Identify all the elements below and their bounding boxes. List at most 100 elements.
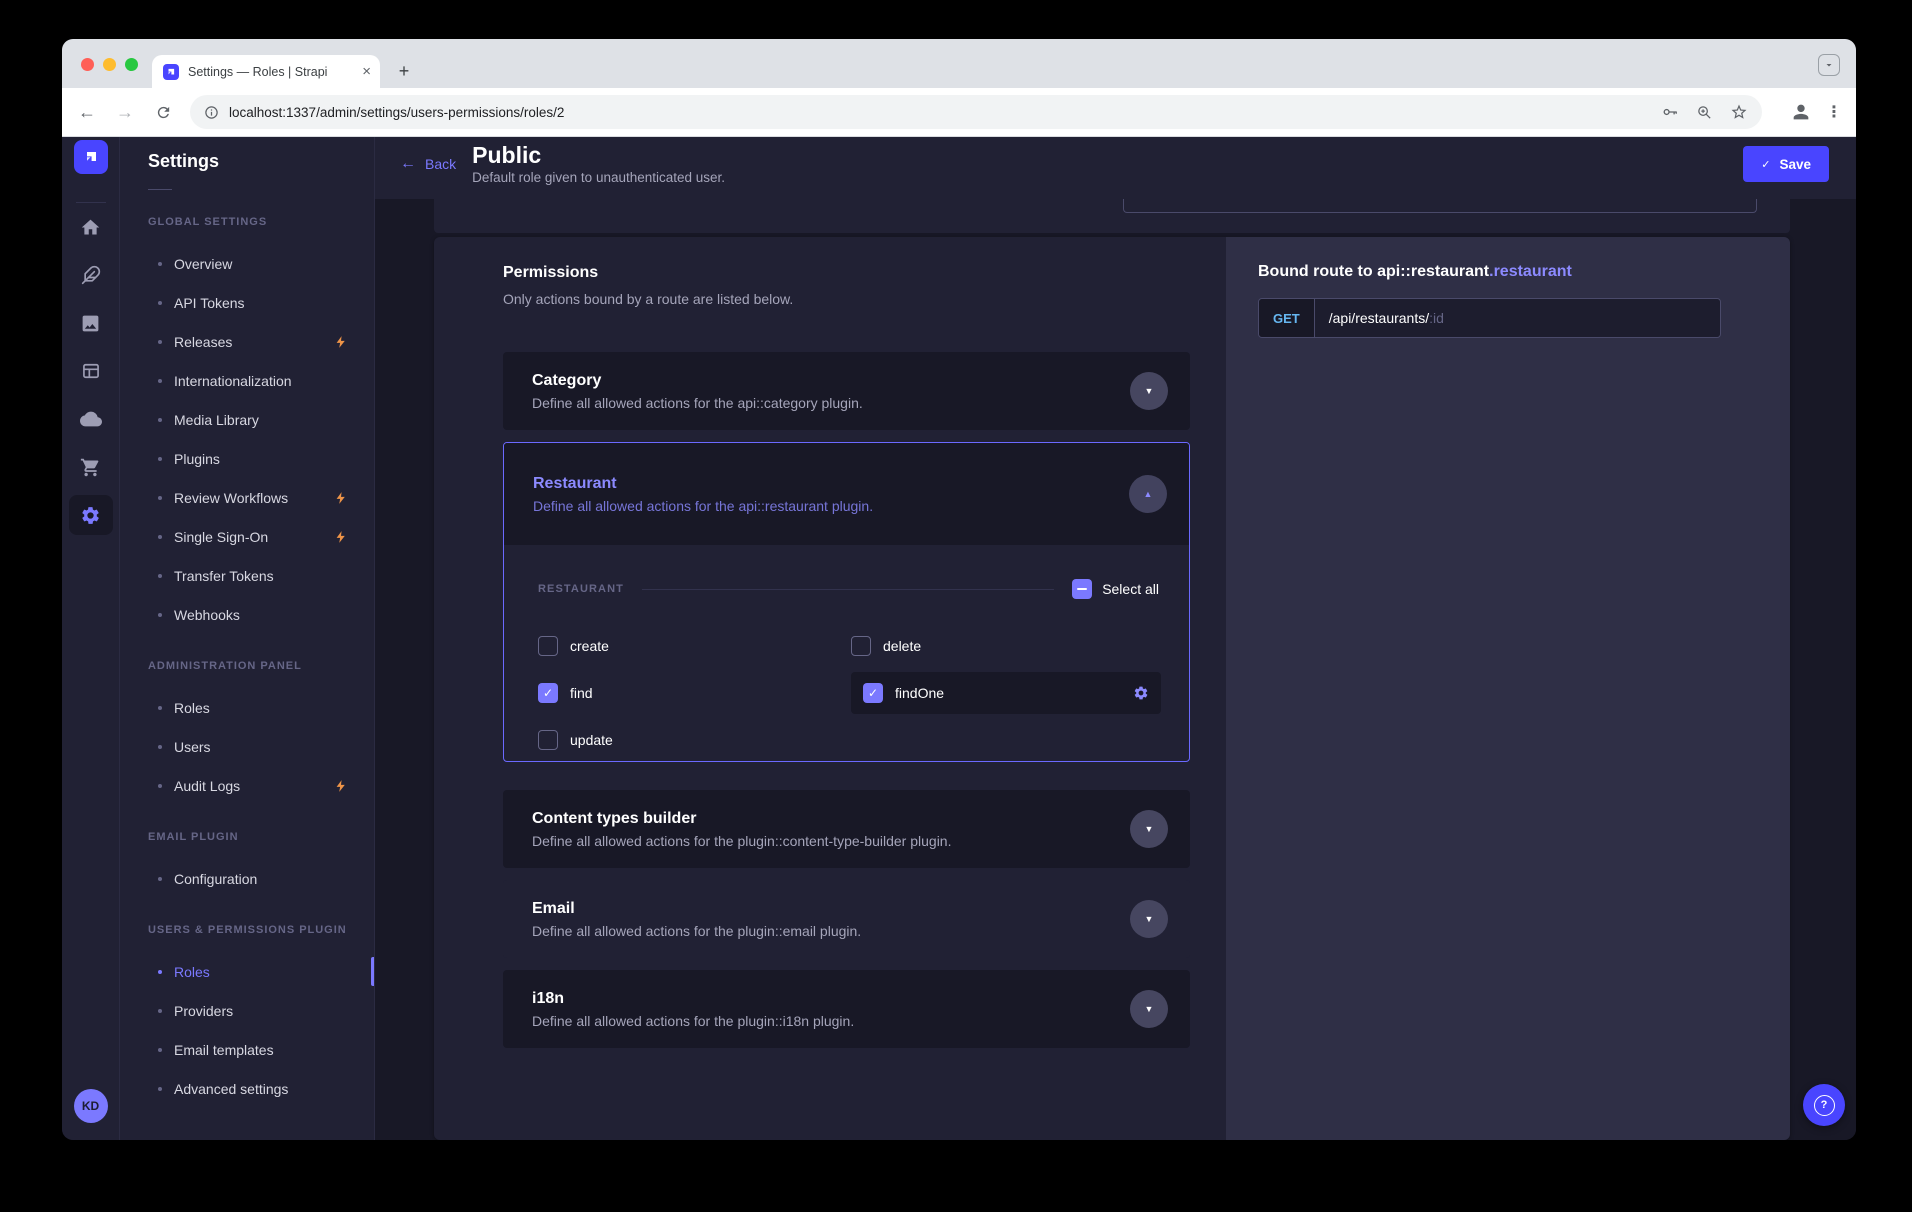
browser-toolbar: ← → localhost:1337/admin/settings/users-… [62,88,1856,137]
settings-gear-icon[interactable] [1133,685,1149,701]
main-nav-rail: KD [62,137,120,1140]
sidebar-item-audit-logs[interactable]: Audit Logs [120,766,374,805]
sidebar-item-webhooks[interactable]: Webhooks [120,595,374,634]
permission-findone[interactable]: ✓ findOne [851,672,1161,714]
sidebar-item-api-tokens[interactable]: API Tokens [120,283,374,322]
accordion-i18n[interactable]: i18n Define all allowed actions for the … [503,970,1190,1048]
lightning-icon [334,491,348,505]
restaurant-permissions-body: RESTAURANT Select all [504,545,1189,761]
bullet-icon [158,784,162,788]
expand-accordion-button[interactable]: ▼ [1130,990,1168,1028]
settings-gear-icon[interactable] [69,495,113,535]
checkbox-delete[interactable] [851,636,871,656]
strapi-logo[interactable] [74,140,108,174]
section-label: ADMINISTRATION PANEL [148,660,374,672]
accordion-restaurant-expanded: Restaurant Define all allowed actions fo… [503,442,1190,762]
content-manager-feather-icon[interactable] [69,255,113,295]
browser-tab-strip: Settings — Roles | Strapi × + [62,39,1856,88]
checkbox-findone[interactable]: ✓ [863,683,883,703]
browser-tab[interactable]: Settings — Roles | Strapi × [152,55,380,88]
chevron-down-icon: ▼ [1145,1004,1154,1014]
checkbox-find[interactable]: ✓ [538,683,558,703]
content-type-builder-layout-icon[interactable] [69,351,113,391]
check-icon: ✓ [868,686,878,700]
permission-find[interactable]: ✓ find [538,672,851,714]
bullet-icon [158,574,162,578]
forward-button[interactable]: → [110,97,140,127]
bullet-icon [158,877,162,881]
accordion-email[interactable]: Email Define all allowed actions for the… [503,880,1190,958]
bound-route-box: GET /api/restaurants/:id [1258,298,1721,338]
expand-accordion-button[interactable]: ▼ [1130,810,1168,848]
checkbox-update[interactable] [538,730,558,750]
scroll-content[interactable]: Permissions Only actions bound by a rout… [375,199,1856,1140]
route-path: /api/restaurants/:id [1315,299,1720,337]
profile-avatar-icon[interactable] [1790,101,1812,123]
sidebar-item-providers[interactable]: Providers [120,991,374,1030]
maximize-window-button[interactable] [125,58,138,71]
media-library-icon[interactable] [69,303,113,343]
sidebar-item-overview[interactable]: Overview [120,244,374,283]
tab-close-icon[interactable]: × [362,64,371,79]
url-bar[interactable]: localhost:1337/admin/settings/users-perm… [190,95,1762,129]
back-button[interactable]: ← [72,97,102,127]
url-text[interactable]: localhost:1337/admin/settings/users-perm… [229,105,1644,120]
permission-create[interactable]: create [538,625,851,667]
back-link[interactable]: ← Back [400,156,456,172]
zoom-icon[interactable] [1696,104,1713,121]
user-avatar[interactable]: KD [74,1089,108,1123]
description-input-bottom[interactable] [1123,199,1757,213]
save-button[interactable]: ✓ Save [1743,146,1829,182]
select-all-checkbox[interactable] [1072,579,1092,599]
permission-update[interactable]: update [538,719,851,761]
page-title: Public [472,142,725,168]
bullet-icon [158,379,162,383]
accordion-content-types-builder[interactable]: Content types builder Define all allowed… [503,790,1190,868]
accordion-text: i18n Define all allowed actions for the … [532,989,854,1030]
sidebar-item-media-library[interactable]: Media Library [120,400,374,439]
rail-divider [76,202,106,203]
sidebar-item-email-templates[interactable]: Email templates [120,1030,374,1069]
sidebar-item-releases[interactable]: Releases [120,322,374,361]
help-button[interactable]: ? [1803,1084,1845,1126]
indeterminate-dash-icon [1077,588,1087,590]
tab-title: Settings — Roles | Strapi [188,65,356,79]
desktop-background: Settings — Roles | Strapi × + ← → localh… [0,0,1912,1212]
expand-accordion-button[interactable]: ▼ [1130,900,1168,938]
home-icon[interactable] [69,207,113,247]
bookmark-star-icon[interactable] [1730,103,1748,121]
new-tab-button[interactable]: + [390,57,418,85]
accordion-restaurant-header[interactable]: Restaurant Define all allowed actions fo… [504,443,1189,545]
sidebar-item-transfer-tokens[interactable]: Transfer Tokens [120,556,374,595]
bullet-icon [158,262,162,266]
sidebar-item-admin-users[interactable]: Users [120,727,374,766]
cloud-deploy-icon[interactable] [69,399,113,439]
select-all-row: RESTAURANT Select all [538,579,1159,599]
sidebar-item-review-workflows[interactable]: Review Workflows [120,478,374,517]
sidebar-title: Settings [148,149,374,173]
reload-button[interactable] [148,97,178,127]
permission-delete[interactable]: delete [851,625,1161,667]
sidebar-item-single-sign-on[interactable]: Single Sign-On [120,517,374,556]
sidebar-item-up-roles[interactable]: Roles [120,952,374,991]
check-icon: ✓ [543,686,553,700]
sidebar-item-admin-roles[interactable]: Roles [120,688,374,727]
chevron-down-icon: ▼ [1145,824,1154,834]
sidebar-item-internationalization[interactable]: Internationalization [120,361,374,400]
site-info-icon[interactable] [204,105,219,120]
password-key-icon[interactable] [1661,103,1679,121]
marketplace-cart-icon[interactable] [69,447,113,487]
sidebar-item-plugins[interactable]: Plugins [120,439,374,478]
checkbox-create[interactable] [538,636,558,656]
tab-search-chevron-icon[interactable] [1818,54,1840,76]
bullet-icon [158,457,162,461]
minimize-window-button[interactable] [103,58,116,71]
accordion-category[interactable]: Category Define all allowed actions for … [503,352,1190,430]
browser-menu-icon[interactable]: ⋮ [1826,102,1842,122]
check-icon: ✓ [1761,158,1770,171]
sidebar-item-configuration[interactable]: Configuration [120,859,374,898]
expand-accordion-button[interactable]: ▼ [1130,372,1168,410]
close-window-button[interactable] [81,58,94,71]
collapse-accordion-button[interactable]: ▲ [1129,475,1167,513]
sidebar-item-advanced-settings[interactable]: Advanced settings [120,1069,374,1108]
